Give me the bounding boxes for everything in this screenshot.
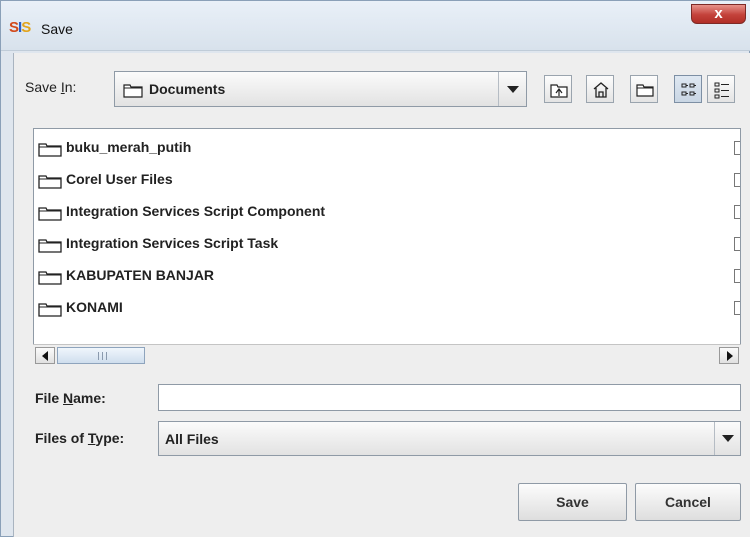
file-list[interactable]: buku_merah_putih Corel User Files Integr…: [33, 128, 741, 366]
file-name: buku_merah_putih: [66, 139, 192, 155]
details-view-button[interactable]: [707, 75, 735, 103]
scroll-right-button[interactable]: [719, 347, 739, 364]
file-name-input[interactable]: [158, 384, 741, 411]
close-icon: x: [714, 5, 723, 22]
new-folder-button[interactable]: [630, 75, 658, 103]
list-item[interactable]: Integration Services Script Task: [34, 231, 734, 257]
save-button[interactable]: Save: [518, 483, 627, 521]
clipped-item-edge: [734, 269, 740, 283]
file-name: Integration Services Script Task: [66, 235, 279, 251]
file-name: KONAMI: [66, 299, 123, 315]
clipped-item-edge: [734, 173, 740, 187]
list-item[interactable]: buku_merah_putih: [34, 135, 734, 161]
list-item[interactable]: KONAMI: [34, 295, 734, 321]
list-item[interactable]: Integration Services Script Component: [34, 199, 734, 225]
up-folder-icon: [550, 84, 568, 98]
folder-icon: [38, 175, 62, 189]
folder-icon: [38, 271, 62, 285]
title-bar[interactable]: SIS Save x: [1, 1, 750, 51]
file-type-label: Files of Type:: [35, 430, 125, 446]
app-logo-icon: SIS: [9, 19, 31, 36]
close-button[interactable]: x: [691, 4, 746, 24]
folder-icon: [123, 84, 143, 98]
clipped-item-edge: [734, 141, 740, 155]
file-name: Integration Services Script Component: [66, 203, 326, 219]
list-item[interactable]: KABUPATEN BANJAR: [34, 263, 734, 289]
folder-icon: [38, 239, 62, 253]
folder-icon: [38, 303, 62, 317]
scroll-left-button[interactable]: [35, 347, 55, 364]
save-in-combo[interactable]: Documents: [114, 71, 527, 107]
list-view-icon: [681, 83, 696, 96]
home-icon: [593, 82, 609, 98]
clipped-item-edge: [734, 301, 740, 315]
cancel-button[interactable]: Cancel: [635, 483, 741, 521]
folder-icon: [38, 207, 62, 221]
list-item[interactable]: Corel User Files: [34, 167, 734, 193]
clipped-item-edge: [734, 205, 740, 219]
save-dialog-window: SIS Save x Save In: Documents buku_merah…: [0, 0, 750, 537]
save-in-label: Save In:: [25, 79, 77, 95]
new-folder-icon: [636, 84, 654, 97]
details-view-icon: [714, 82, 729, 99]
window-title: Save: [41, 21, 73, 37]
file-name: KABUPATEN BANJAR: [66, 267, 215, 283]
file-name: Corel User Files: [66, 171, 173, 187]
home-button[interactable]: [586, 75, 614, 103]
list-view-button[interactable]: [674, 75, 702, 103]
file-type-combo[interactable]: All Files: [158, 421, 741, 456]
chevron-down-icon[interactable]: [498, 72, 526, 106]
grip-icon: [98, 352, 107, 360]
folder-icon: [38, 143, 62, 157]
up-folder-button[interactable]: [544, 75, 572, 103]
scrollbar-thumb[interactable]: [57, 347, 145, 364]
file-name-label: File Name:: [35, 390, 106, 406]
chevron-down-icon[interactable]: [714, 422, 740, 455]
clipped-item-edge: [734, 237, 740, 251]
save-in-value: Documents: [149, 81, 226, 97]
file-type-value: All Files: [165, 431, 219, 447]
horizontal-scrollbar[interactable]: [33, 344, 741, 366]
